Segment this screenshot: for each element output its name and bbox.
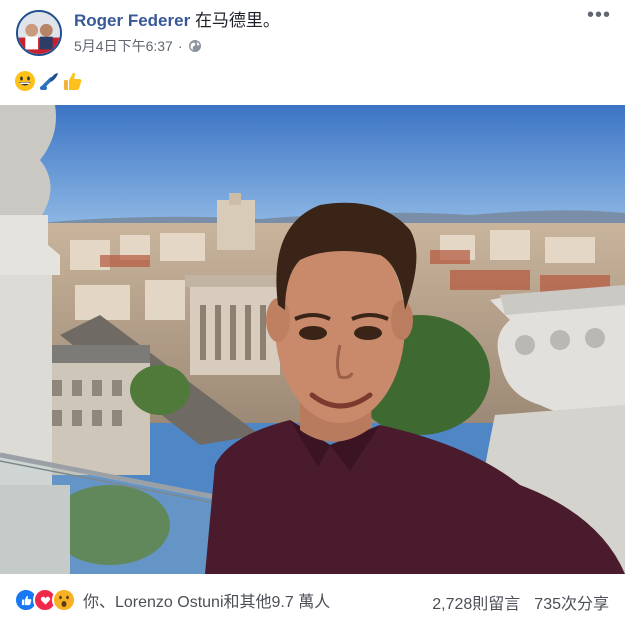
post-text bbox=[14, 70, 84, 94]
author-line: Roger Federer 在马德里。 bbox=[74, 11, 280, 31]
post-footer: 你、Lorenzo Ostuni和其他9.7 萬人 2,728則留言 735次分… bbox=[0, 582, 625, 616]
location-text[interactable]: 在马德里。 bbox=[195, 11, 280, 30]
shares-count-link[interactable]: 735次分享 bbox=[534, 590, 609, 614]
globe-icon[interactable] bbox=[188, 39, 202, 53]
avatar-image bbox=[18, 12, 60, 54]
author-name[interactable]: Roger Federer bbox=[74, 11, 190, 30]
grinning-face-emoji bbox=[14, 70, 36, 92]
avatar[interactable] bbox=[16, 10, 62, 56]
post-photo[interactable] bbox=[0, 105, 625, 574]
tennis-racket-emoji bbox=[38, 70, 60, 92]
comments-count-link[interactable]: 2,728則留言 bbox=[432, 590, 520, 614]
reactions-summary[interactable]: 你、Lorenzo Ostuni和其他9.7 萬人 bbox=[14, 588, 330, 612]
thumbs-up-emoji bbox=[62, 70, 84, 92]
post-meta: 5月4日下午6:37 · bbox=[74, 36, 202, 56]
reaction-summary-text[interactable]: 你、Lorenzo Ostuni和其他9.7 萬人 bbox=[83, 588, 330, 612]
engagement-counts: 2,728則留言 735次分享 bbox=[432, 590, 609, 614]
meta-separator: · bbox=[177, 38, 183, 54]
wow-icon bbox=[52, 588, 76, 612]
selfie-image bbox=[0, 105, 625, 574]
post-timestamp[interactable]: 5月4日下午6:37 bbox=[74, 36, 173, 56]
post-header: Roger Federer 在马德里。 5月4日下午6:37 · ••• bbox=[0, 0, 625, 66]
more-options-button[interactable]: ••• bbox=[585, 5, 613, 28]
